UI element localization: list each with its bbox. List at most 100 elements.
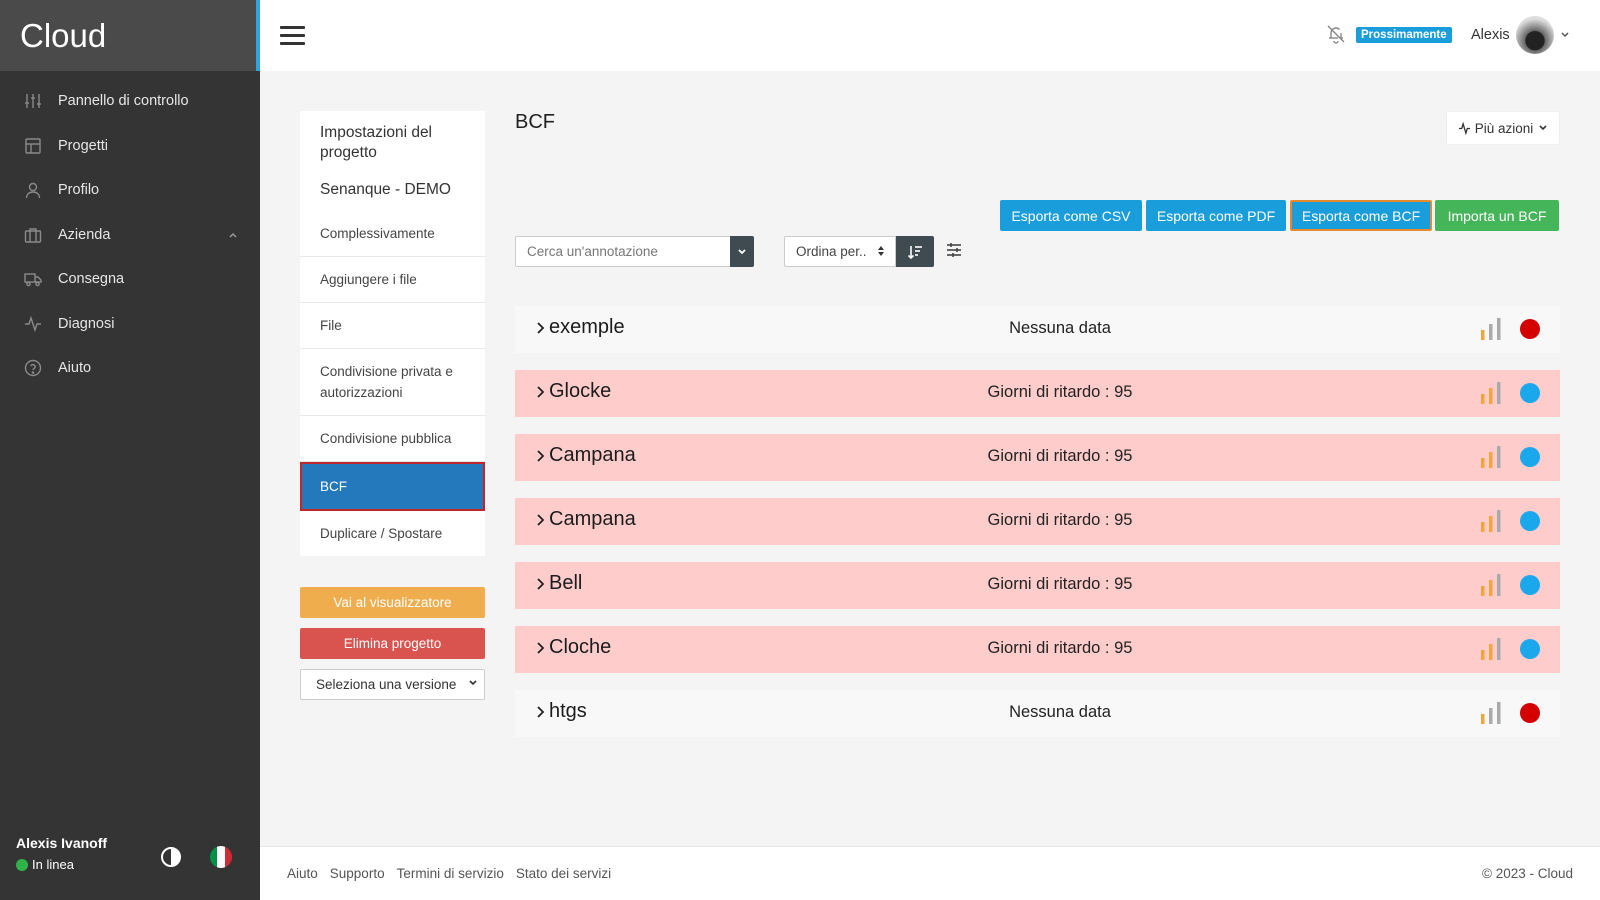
status-dot-icon (1520, 383, 1540, 403)
bell-off-icon[interactable] (1326, 24, 1346, 44)
annotation-status: Giorni di ritardo : 95 (987, 575, 1133, 593)
filter-sliders-icon[interactable] (945, 241, 963, 259)
settings-item-private-sharing[interactable]: Condivisione privata e autorizzazioni (300, 349, 485, 416)
sidebar-item-label: Pannello di controllo (58, 93, 189, 110)
copyright: © 2023 - Cloud (1482, 866, 1573, 881)
online-status-label: In linea (32, 857, 74, 872)
sidebar-item-profile[interactable]: Profilo (0, 168, 260, 213)
settings-item-overview[interactable]: Complessivamente (300, 211, 485, 257)
chevron-right-icon[interactable] (535, 513, 545, 530)
truck-icon (24, 270, 42, 288)
sort-select[interactable]: Ordina per.. (784, 236, 896, 267)
more-actions-button[interactable]: Più azioni (1446, 111, 1560, 145)
settings-item-duplicate-move[interactable]: Duplicare / Spostare (300, 511, 485, 556)
annotation-status: Giorni di ritardo : 95 (987, 639, 1133, 657)
sort-order-button[interactable] (896, 236, 934, 267)
annotation-row[interactable]: Cloche Giorni di ritardo : 95 (515, 626, 1560, 673)
online-status: In linea (16, 857, 107, 872)
more-actions-label: Più azioni (1474, 120, 1534, 136)
settings-title: Impostazioni del progetto (320, 124, 433, 161)
annotation-title: Cloche (549, 636, 612, 658)
topbar: Prossimamente Alexis (260, 0, 1600, 71)
topbar-user-name[interactable]: Alexis (1471, 27, 1510, 43)
version-select-value: Seleziona una versione (316, 677, 457, 692)
chevron-down-icon (468, 678, 478, 691)
version-select[interactable]: Seleziona una versione (300, 669, 485, 700)
italian-flag-icon[interactable] (210, 846, 232, 868)
activity-icon (24, 315, 42, 333)
sort-descending-icon (907, 245, 922, 259)
export-csv-button[interactable]: Esporta come CSV (1000, 200, 1142, 231)
annotation-title: Campana (549, 508, 636, 530)
annotation-title: htgs (549, 700, 587, 722)
footer-link-help[interactable]: Aiuto (287, 866, 318, 881)
sidebar-item-label: Aiuto (58, 360, 92, 377)
search-input[interactable]: Cerca un'annotazione (515, 236, 730, 267)
coming-soon-badge: Prossimamente (1356, 27, 1452, 43)
priority-bars-icon (1481, 446, 1501, 468)
sidebar-item-label: Azienda (58, 226, 111, 243)
sidebar-item-label: Profilo (58, 182, 100, 199)
annotation-row[interactable]: Campana Giorni di ritardo : 95 (515, 498, 1560, 545)
contrast-toggle-icon[interactable] (160, 846, 182, 868)
project-settings-panel: Impostazioni del progetto Senanque - DEM… (300, 111, 485, 556)
annotation-title: Bell (549, 572, 583, 594)
priority-bars-icon (1481, 382, 1501, 404)
import-bcf-button[interactable]: Importa un BCF (1435, 200, 1559, 231)
sidebar-item-dashboard[interactable]: Pannello di controllo (0, 79, 260, 124)
hamburger-menu-icon[interactable] (280, 26, 305, 45)
annotation-status: Nessuna data (1009, 703, 1111, 721)
annotation-row[interactable]: htgs Nessuna data (515, 690, 1560, 737)
chevron-right-icon[interactable] (535, 577, 545, 594)
chevron-right-icon[interactable] (535, 321, 545, 338)
status-dot-icon (1520, 639, 1540, 659)
search-dropdown-button[interactable] (730, 236, 754, 267)
sidebar-item-delivery[interactable]: Consegna (0, 257, 260, 302)
footer: Aiuto Supporto Termini di servizio Stato… (260, 846, 1600, 900)
settings-item-bcf[interactable]: BCF (300, 462, 485, 511)
page-title: BCF (515, 111, 555, 133)
status-dot-icon (1520, 575, 1540, 595)
avatar[interactable] (1516, 16, 1554, 54)
export-pdf-button[interactable]: Esporta come PDF (1146, 200, 1286, 231)
sidebar-item-help[interactable]: Aiuto (0, 346, 260, 391)
delete-project-button[interactable]: Elimina progetto (300, 628, 485, 659)
user-icon (24, 181, 42, 199)
sidebar-item-diagnosis[interactable]: Diagnosi (0, 302, 260, 347)
sidebar-nav: Pannello di controllo Progetti Profilo A… (0, 71, 260, 391)
go-to-viewer-button[interactable]: Vai al visualizzatore (300, 587, 485, 618)
chevron-right-icon[interactable] (535, 641, 545, 658)
chevron-down-icon[interactable] (1560, 29, 1570, 43)
sliders-icon (24, 92, 42, 110)
footer-link-status[interactable]: Stato dei servizi (516, 866, 611, 881)
chevron-right-icon[interactable] (535, 385, 545, 402)
layout-icon (24, 137, 42, 155)
chevron-right-icon[interactable] (535, 449, 545, 466)
search-placeholder: Cerca un'annotazione (527, 244, 658, 259)
annotation-row[interactable]: Campana Giorni di ritardo : 95 (515, 434, 1560, 481)
sidebar-item-label: Diagnosi (58, 315, 115, 332)
sort-select-value: Ordina per.. (796, 244, 867, 259)
brand-logo[interactable]: Cloud (0, 0, 260, 71)
sidebar-item-company[interactable]: Azienda (0, 213, 260, 258)
sidebar-item-projects[interactable]: Progetti (0, 124, 260, 169)
export-bcf-button[interactable]: Esporta come BCF (1290, 200, 1432, 231)
annotation-title: Glocke (549, 380, 612, 402)
status-dot-icon (1520, 319, 1540, 339)
sidebar-item-label: Consegna (58, 271, 125, 288)
chevron-right-icon[interactable] (535, 705, 545, 722)
settings-item-add-files[interactable]: Aggiungere i file (300, 257, 485, 303)
annotation-row[interactable]: Glocke Giorni di ritardo : 95 (515, 370, 1560, 417)
status-dot-icon (1520, 703, 1540, 723)
footer-link-terms[interactable]: Termini di servizio (397, 866, 504, 881)
settings-item-files[interactable]: File (300, 303, 485, 349)
annotation-row[interactable]: exemple Nessuna data (515, 306, 1560, 353)
footer-link-support[interactable]: Supporto (330, 866, 385, 881)
chevron-up-icon (228, 228, 238, 244)
annotation-status: Giorni di ritardo : 95 (987, 383, 1133, 401)
sidebar-user: Alexis Ivanoff In linea (16, 835, 107, 872)
sidebar-user-name: Alexis Ivanoff (16, 835, 108, 851)
annotation-row[interactable]: Bell Giorni di ritardo : 95 (515, 562, 1560, 609)
settings-item-public-sharing[interactable]: Condivisione pubblica (300, 416, 485, 462)
annotation-status: Giorni di ritardo : 95 (987, 447, 1133, 465)
